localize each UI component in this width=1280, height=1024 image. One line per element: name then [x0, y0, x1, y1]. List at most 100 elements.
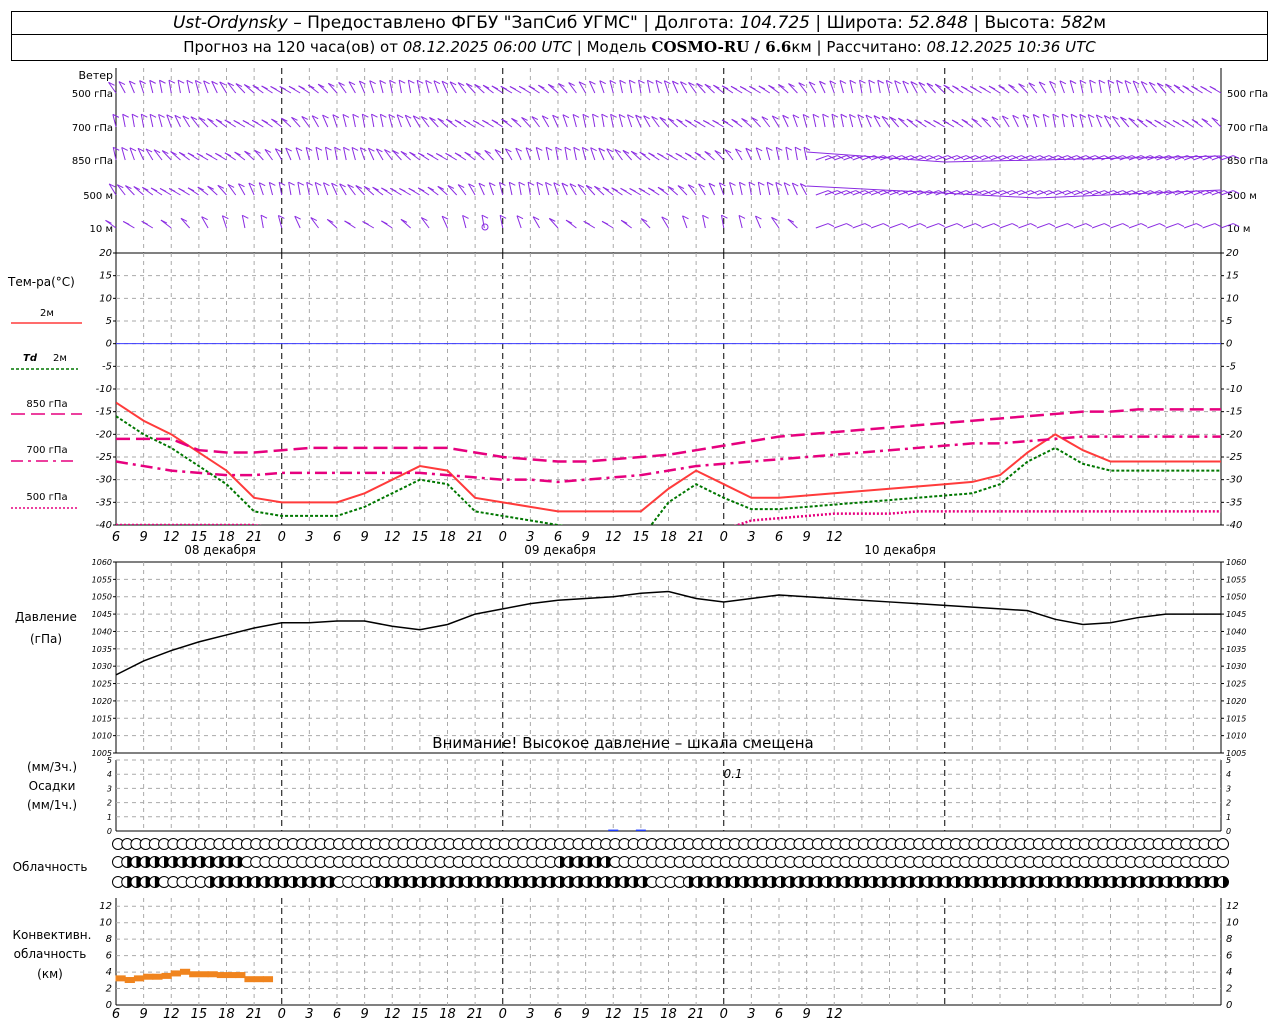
precip-bar [608, 829, 619, 831]
pressure-tick-label-right: 1020 [1226, 697, 1246, 706]
conv-tick-label-right: 6 [1226, 951, 1232, 962]
wind-barb-flag [491, 85, 499, 90]
wind-barb [235, 83, 246, 94]
x-tick-label: 0 [499, 530, 507, 545]
precip-tick-label-right: 0 [1226, 827, 1231, 836]
wind-barb [1061, 114, 1065, 128]
wind-barb-flag [279, 86, 286, 90]
wind-barb-flag [1122, 223, 1129, 228]
wind-barb [429, 117, 439, 128]
temp-tick-label-left: -30 [96, 475, 112, 486]
wind-barb [474, 150, 485, 161]
wind-barb-flag [988, 85, 996, 90]
wind-level-label-left: 10 м [90, 224, 113, 235]
conv-bar [216, 972, 227, 979]
wind-barb-flag [472, 120, 480, 124]
calm-circle [481, 223, 489, 231]
precip-tick-label-left: 5 [107, 756, 112, 765]
conv-bar [161, 972, 172, 979]
x-tick-label: 12 [384, 530, 401, 545]
wind-barb-flag [970, 86, 977, 90]
wind-barb [241, 215, 246, 229]
wind-barb-flag [827, 223, 835, 228]
conv-bar [244, 976, 255, 983]
wind-barb [640, 218, 651, 229]
wind-barb-flag [739, 86, 747, 90]
pressure-label: Давление [15, 610, 77, 624]
wind-barb [1036, 223, 1050, 229]
wind-barb-flag [675, 152, 682, 157]
pressure-tick-label-left: 1035 [92, 645, 112, 654]
wind-barb [1018, 83, 1028, 94]
conv-tick-label-left: 10 [99, 918, 112, 929]
date-label: 09 декабря [524, 543, 596, 557]
wind-barb-flag [196, 152, 204, 157]
wind-barb-flag [168, 188, 176, 192]
wind-barb [738, 182, 743, 196]
wind-barb [355, 185, 365, 196]
wind-barb [521, 117, 531, 128]
precip-tick-label-right: 4 [1226, 770, 1231, 779]
x-tick-label: 12 [826, 530, 843, 545]
wind-trace-850 [806, 151, 1222, 163]
wind-barb [518, 182, 522, 196]
x-tick-label: 9 [139, 1007, 147, 1022]
wind-barb [877, 80, 881, 94]
wind-barb [1073, 223, 1087, 229]
x-tick-label: 9 [360, 1007, 368, 1022]
wind-barb [849, 80, 854, 94]
wind-barb-flag [1209, 85, 1216, 90]
conv-bar [189, 971, 200, 978]
x-tick-label: 0 [720, 530, 728, 545]
wind-barb-flag [399, 188, 406, 192]
wind-barb-flag [1159, 223, 1166, 228]
wind-barb [601, 114, 605, 128]
temp-tick-label-left: -10 [96, 384, 112, 395]
pressure-tick-label-left: 1040 [92, 627, 112, 636]
legend-850-label: 850 гПа [26, 399, 67, 410]
wind-barb [288, 182, 292, 196]
wind-barb [1110, 223, 1123, 229]
x-tick-label: 6 [112, 530, 120, 545]
x-tick-label: 21 [688, 1007, 705, 1022]
wind-barb-flag [684, 152, 692, 157]
x-tick-label: 6 [775, 1007, 783, 1022]
wind-barb-flag [261, 85, 268, 90]
x-tick-label: 6 [333, 1007, 341, 1022]
wind-barb-flag [288, 85, 296, 90]
conv-bar [133, 975, 145, 982]
temp-tick-label-right: 10 [1226, 293, 1239, 304]
wind-barb-flag [215, 152, 222, 157]
wind-barb [149, 114, 154, 128]
wind-barb [125, 185, 135, 196]
wind-barb [297, 182, 301, 196]
wind-barb [1070, 114, 1075, 128]
wind-barb [999, 223, 1013, 229]
wind-barb [889, 116, 900, 128]
temp-tick-label-right: -5 [1226, 361, 1236, 372]
wind-barb [392, 150, 402, 161]
wind-barb [981, 117, 992, 128]
wind-barb [757, 182, 762, 196]
wind-barb [1128, 117, 1139, 128]
wind-barb-flag [730, 85, 738, 90]
wind-barb [1165, 223, 1179, 229]
wind-barb [1211, 117, 1222, 128]
wind-barb-flag [979, 85, 986, 90]
wind-barb-flag [224, 119, 231, 124]
wind-barb [981, 223, 994, 229]
x-tick-label: 12 [163, 530, 180, 545]
wind-barb [815, 223, 829, 229]
wind-barb [315, 147, 320, 161]
temp-tick-label-left: 20 [99, 248, 112, 259]
conv-tick-label-right: 12 [1226, 901, 1239, 912]
wind-barb [131, 114, 135, 128]
wind-barb [573, 147, 577, 161]
x-tick-label: 18 [439, 1007, 456, 1022]
wind-barb-flag [445, 152, 452, 157]
x-tick-label: 21 [688, 530, 705, 545]
temp-tick-label-right: -30 [1226, 475, 1242, 486]
precip-tick-label-left: 2 [107, 799, 112, 808]
cloud-circle [1217, 838, 1229, 850]
conv-bar [143, 973, 154, 980]
